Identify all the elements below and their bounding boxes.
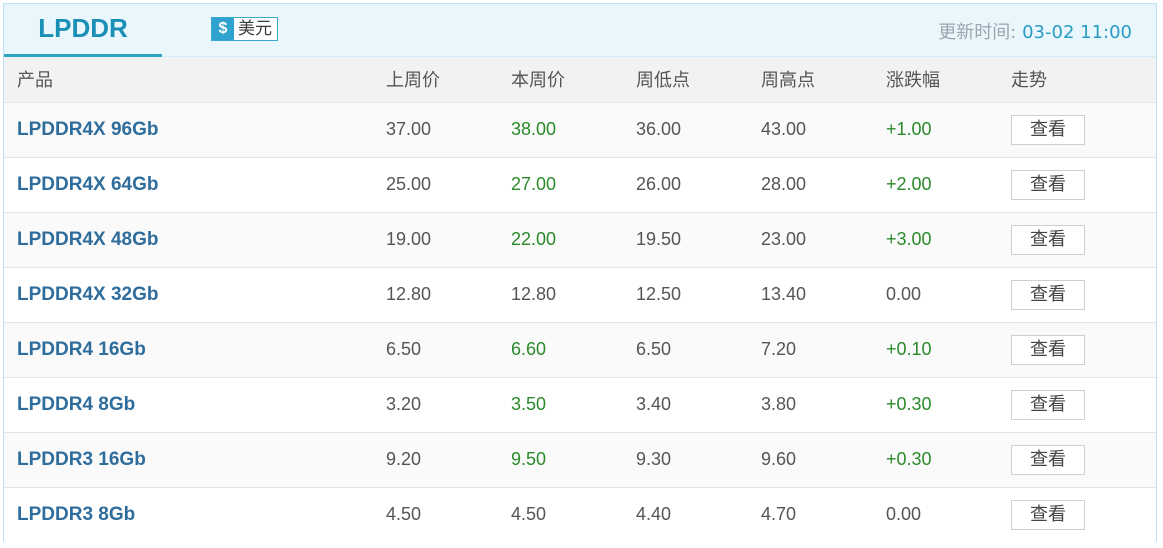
col-header-last-week: 上周价 [386, 70, 440, 92]
product-name[interactable]: LPDDR4X 32Gb [4, 267, 386, 322]
table-row: LPDDR3 8Gb 4.50 4.50 4.40 4.70 0.00 查看 [4, 487, 1156, 542]
dollar-icon: $ [212, 18, 234, 40]
table-row: LPDDR4 8Gb 3.20 3.50 3.40 3.80 +0.30 查看 [4, 377, 1156, 432]
week-low-price: 12.50 [636, 284, 682, 304]
week-low-price: 9.30 [636, 449, 672, 469]
table-row: LPDDR3 16Gb 9.20 9.50 9.30 9.60 +0.30 查看 [4, 432, 1156, 487]
table-row: LPDDR4X 64Gb 25.00 27.00 26.00 28.00 +2.00 查看 [4, 157, 1156, 212]
price-change: +1.00 [886, 119, 932, 139]
product-name[interactable]: LPDDR4X 96Gb [4, 102, 386, 157]
last-week-price: 6.50 [386, 339, 422, 359]
trend-cell: 查看 [1011, 157, 1156, 212]
price-panel: LPDDR $ 美元 更新时间: 03-02 11:00 产品 上周价 本周价 … [3, 3, 1157, 542]
currency-label: 美元 [238, 19, 272, 39]
week-low-price: 19.50 [636, 229, 682, 249]
last-week-price: 37.00 [386, 119, 432, 139]
last-week-price: 25.00 [386, 174, 432, 194]
last-week-price: 19.00 [386, 229, 432, 249]
last-week-price: 3.20 [386, 394, 422, 414]
view-trend-button[interactable]: 查看 [1011, 169, 1085, 200]
trend-cell: 查看 [1011, 102, 1156, 157]
week-high-price: 28.00 [761, 174, 807, 194]
col-header-trend: 走势 [1011, 70, 1047, 92]
this-week-price: 6.60 [511, 339, 547, 359]
week-high-price: 43.00 [761, 119, 807, 139]
week-low-price: 26.00 [636, 174, 682, 194]
view-trend-button[interactable]: 查看 [1011, 224, 1085, 255]
price-change: +0.30 [886, 394, 932, 414]
table-row: LPDDR4X 32Gb 12.80 12.80 12.50 13.40 0.00 查看 [4, 267, 1156, 322]
col-header-product: 产品 [17, 70, 53, 92]
price-change: +0.10 [886, 339, 932, 359]
week-high-price: 7.20 [761, 339, 797, 359]
table-row: LPDDR4 16Gb 6.50 6.60 6.50 7.20 +0.10 查看 [4, 322, 1156, 377]
product-name[interactable]: LPDDR4 8Gb [4, 377, 386, 432]
week-high-price: 4.70 [761, 504, 797, 525]
view-trend-button[interactable]: 查看 [1011, 334, 1085, 365]
update-time-label: 更新时间: [938, 22, 1017, 43]
update-time-value: 03-02 11:00 [1022, 22, 1132, 43]
price-change: 0.00 [886, 504, 922, 525]
trend-cell: 查看 [1011, 432, 1156, 487]
trend-cell: 查看 [1011, 487, 1156, 542]
view-trend-button[interactable]: 查看 [1011, 389, 1085, 420]
price-change: 0.00 [886, 284, 922, 304]
last-week-price: 12.80 [386, 284, 432, 304]
col-header-week-low: 周低点 [636, 70, 690, 92]
last-week-price: 9.20 [386, 449, 422, 469]
price-change: +2.00 [886, 174, 932, 194]
this-week-price: 9.50 [511, 449, 547, 469]
view-trend-button[interactable]: 查看 [1011, 499, 1085, 530]
this-week-price: 38.00 [511, 119, 557, 139]
trend-cell: 查看 [1011, 212, 1156, 267]
product-name[interactable]: LPDDR4 16Gb [4, 322, 386, 377]
view-trend-button[interactable]: 查看 [1011, 279, 1085, 310]
col-header-this-week: 本周价 [511, 70, 565, 92]
trend-cell: 查看 [1011, 377, 1156, 432]
week-high-price: 3.80 [761, 394, 797, 414]
this-week-price: 22.00 [511, 229, 557, 249]
last-week-price: 4.50 [386, 504, 422, 525]
week-low-price: 6.50 [636, 339, 672, 359]
tab-lpddr[interactable]: LPDDR [4, 4, 162, 57]
this-week-price: 12.80 [511, 284, 557, 304]
table-row: LPDDR4X 96Gb 37.00 38.00 36.00 43.00 +1.00 查看 [4, 102, 1156, 157]
table-header-row: 产品 上周价 本周价 周低点 周高点 涨跌幅 走势 [4, 57, 1156, 102]
this-week-price: 4.50 [511, 504, 547, 525]
this-week-price: 27.00 [511, 174, 557, 194]
this-week-price: 3.50 [511, 394, 547, 414]
view-trend-button[interactable]: 查看 [1011, 114, 1085, 145]
week-high-price: 9.60 [761, 449, 797, 469]
week-low-price: 4.40 [636, 504, 672, 525]
price-change: +3.00 [886, 229, 932, 249]
table-row: LPDDR4X 48Gb 19.00 22.00 19.50 23.00 +3.00 查看 [4, 212, 1156, 267]
panel-header: LPDDR $ 美元 更新时间: 03-02 11:00 [4, 4, 1156, 57]
currency-toggle[interactable]: $ 美元 [211, 17, 278, 41]
trend-cell: 查看 [1011, 322, 1156, 377]
trend-cell: 查看 [1011, 267, 1156, 322]
week-low-price: 36.00 [636, 119, 682, 139]
week-high-price: 13.40 [761, 284, 807, 304]
product-name[interactable]: LPDDR4X 64Gb [4, 157, 386, 212]
week-high-price: 23.00 [761, 229, 807, 249]
update-time: 更新时间: 03-02 11:00 [938, 18, 1132, 44]
col-header-week-high: 周高点 [761, 70, 815, 92]
product-name[interactable]: LPDDR3 8Gb [4, 487, 386, 542]
price-change: +0.30 [886, 449, 932, 469]
price-table: 产品 上周价 本周价 周低点 周高点 涨跌幅 走势 LPDDR4X 96Gb 37… [4, 57, 1156, 542]
view-trend-button[interactable]: 查看 [1011, 444, 1085, 475]
week-low-price: 3.40 [636, 394, 672, 414]
product-name[interactable]: LPDDR4X 48Gb [4, 212, 386, 267]
col-header-change: 涨跌幅 [886, 70, 940, 92]
product-name[interactable]: LPDDR3 16Gb [4, 432, 386, 487]
